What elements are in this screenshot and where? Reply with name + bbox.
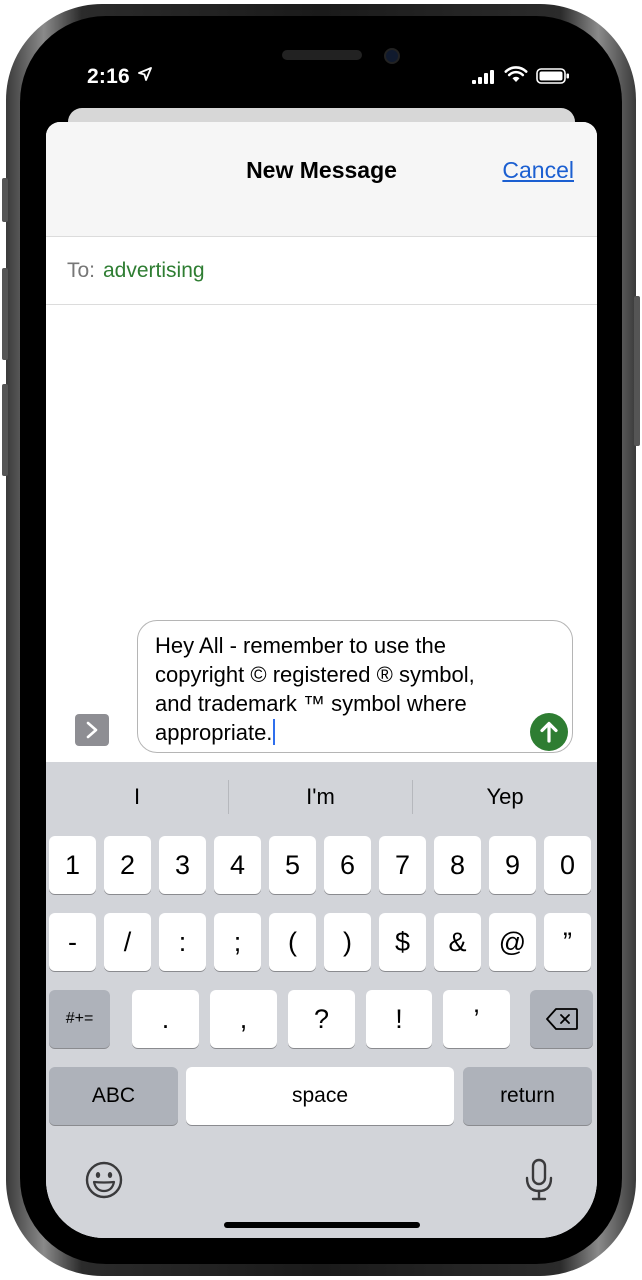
recipient-row[interactable]: To: advertising <box>46 237 597 305</box>
key-dollar[interactable]: $ <box>379 913 426 971</box>
wifi-icon <box>504 66 528 82</box>
key-colon[interactable]: : <box>159 913 206 971</box>
delete-key[interactable] <box>530 990 593 1048</box>
key-semicolon[interactable]: ; <box>214 913 261 971</box>
mute-switch <box>2 178 8 222</box>
symbols-toggle-key[interactable]: #+= <box>49 990 110 1048</box>
arrow-up-icon <box>540 721 558 743</box>
cellular-signal-icon <box>472 70 494 84</box>
volume-down-button <box>2 384 8 476</box>
key-8[interactable]: 8 <box>434 836 481 894</box>
battery-icon <box>536 68 569 84</box>
chevron-right-icon <box>86 721 98 739</box>
expand-apps-button[interactable] <box>75 714 109 746</box>
nav-header: New Message Cancel <box>46 122 597 237</box>
screen: 2:16 New Message Cancel To: advertising … <box>46 30 597 1238</box>
abc-key[interactable]: ABC <box>49 1067 178 1125</box>
key-2[interactable]: 2 <box>104 836 151 894</box>
emoji-icon[interactable] <box>84 1160 124 1200</box>
cancel-button[interactable]: Cancel <box>502 157 574 184</box>
key-exclamation[interactable]: ! <box>366 990 432 1048</box>
key-quote[interactable]: ” <box>544 913 591 971</box>
key-period[interactable]: . <box>132 990 199 1048</box>
home-indicator[interactable] <box>224 1222 420 1228</box>
microphone-icon[interactable] <box>524 1158 554 1202</box>
to-label: To: <box>67 259 96 282</box>
front-camera <box>384 48 400 64</box>
volume-up-button <box>2 268 8 360</box>
keyboard: I I'm Yep 1 2 3 4 5 6 7 8 9 0 - / : ; ( … <box>46 762 597 1238</box>
message-sheet: New Message Cancel To: advertising Hey A… <box>46 122 597 1238</box>
message-input[interactable]: Hey All - remember to use the copyright … <box>137 620 573 753</box>
key-1[interactable]: 1 <box>49 836 96 894</box>
status-bar: 2:16 <box>46 30 597 110</box>
key-at[interactable]: @ <box>489 913 536 971</box>
backspace-icon <box>545 1008 578 1030</box>
key-7[interactable]: 7 <box>379 836 426 894</box>
recipient-value[interactable]: advertising <box>103 259 205 283</box>
key-slash[interactable]: / <box>104 913 151 971</box>
message-text: Hey All - remember to use the copyright … <box>155 633 475 745</box>
key-hyphen[interactable]: - <box>49 913 96 971</box>
suggestion-bar: I I'm Yep <box>46 762 597 832</box>
space-key[interactable]: space <box>186 1067 454 1125</box>
text-cursor <box>273 719 276 745</box>
speaker-grille <box>282 50 362 60</box>
return-key[interactable]: return <box>463 1067 592 1125</box>
key-0[interactable]: 0 <box>544 836 591 894</box>
location-arrow-icon <box>138 67 152 81</box>
key-3[interactable]: 3 <box>159 836 206 894</box>
key-open-paren[interactable]: ( <box>269 913 316 971</box>
key-comma[interactable]: , <box>210 990 277 1048</box>
power-button <box>634 296 640 446</box>
key-9[interactable]: 9 <box>489 836 536 894</box>
key-apostrophe[interactable]: ’ <box>443 990 510 1048</box>
status-time: 2:16 <box>87 65 130 88</box>
key-question[interactable]: ? <box>288 990 355 1048</box>
suggestion-item[interactable]: Yep <box>413 762 597 832</box>
suggestion-item[interactable]: I <box>46 762 228 832</box>
send-button[interactable] <box>530 713 568 751</box>
key-ampersand[interactable]: & <box>434 913 481 971</box>
key-close-paren[interactable]: ) <box>324 913 371 971</box>
key-6[interactable]: 6 <box>324 836 371 894</box>
key-5[interactable]: 5 <box>269 836 316 894</box>
key-4[interactable]: 4 <box>214 836 261 894</box>
suggestion-item[interactable]: I'm <box>229 762 412 832</box>
